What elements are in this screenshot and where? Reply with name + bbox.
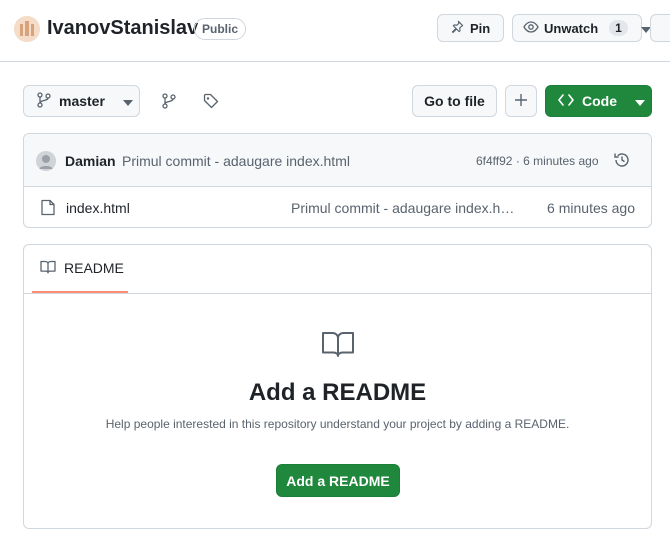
code-button[interactable]: Code (545, 85, 652, 117)
readme-panel: README Add a README Help people interest… (23, 244, 652, 529)
commit-author-avatar[interactable] (36, 151, 56, 171)
pin-icon (450, 20, 464, 37)
file-name-link[interactable]: index.html (66, 200, 130, 216)
file-browser: Damian Primul commit - adaugare index.ht… (23, 133, 652, 228)
pin-label: Pin (470, 20, 491, 36)
watch-count: 1 (609, 20, 628, 36)
code-label: Code (582, 93, 617, 109)
file-commit-time: 6 minutes ago (547, 200, 635, 216)
code-icon (558, 93, 574, 109)
add-readme-button[interactable]: Add a README (276, 464, 400, 497)
commit-meta[interactable]: 6f4ff92 · 6 minutes ago (476, 154, 599, 168)
branch-name: master (59, 93, 105, 109)
latest-commit-row: Damian Primul commit - adaugare index.ht… (24, 134, 651, 187)
branch-selector-button[interactable]: master (23, 85, 140, 117)
readme-description: Help people interested in this repositor… (105, 417, 570, 431)
watch-button[interactable]: Unwatch 1 (512, 14, 651, 42)
star-button[interactable] (650, 14, 670, 42)
visibility-badge: Public (194, 18, 247, 40)
book-icon (321, 330, 355, 358)
git-branch-icon (37, 91, 51, 111)
eye-icon (523, 20, 539, 37)
branches-icon[interactable] (160, 92, 178, 110)
repo-name-link[interactable]: IvanovStanislav (47, 17, 198, 40)
readme-title: Add a README (248, 379, 427, 406)
file-icon (41, 199, 57, 217)
readme-divider (24, 293, 651, 294)
chevron-down-icon (635, 93, 645, 109)
watch-label: Unwatch (544, 20, 599, 36)
repo-owner-avatar[interactable] (14, 16, 40, 42)
file-commit-message[interactable]: Primul commit - adaugare index.html (291, 200, 516, 216)
tag-icon[interactable] (202, 92, 220, 110)
commit-author[interactable]: Damian (65, 153, 116, 169)
file-row[interactable]: index.html Primul commit - adaugare inde… (24, 187, 651, 227)
book-icon (40, 260, 56, 277)
history-icon[interactable] (613, 151, 631, 169)
readme-tab-label: README (64, 260, 124, 276)
tab-readme[interactable]: README (32, 245, 128, 293)
pin-button[interactable]: Pin (437, 14, 504, 42)
chevron-down-icon (122, 93, 133, 109)
go-to-file-button[interactable]: Go to file (412, 85, 497, 117)
plus-icon (514, 93, 528, 110)
add-file-button[interactable] (505, 85, 537, 117)
header-divider (0, 61, 670, 62)
commit-message[interactable]: Primul commit - adaugare index.html (122, 153, 350, 169)
